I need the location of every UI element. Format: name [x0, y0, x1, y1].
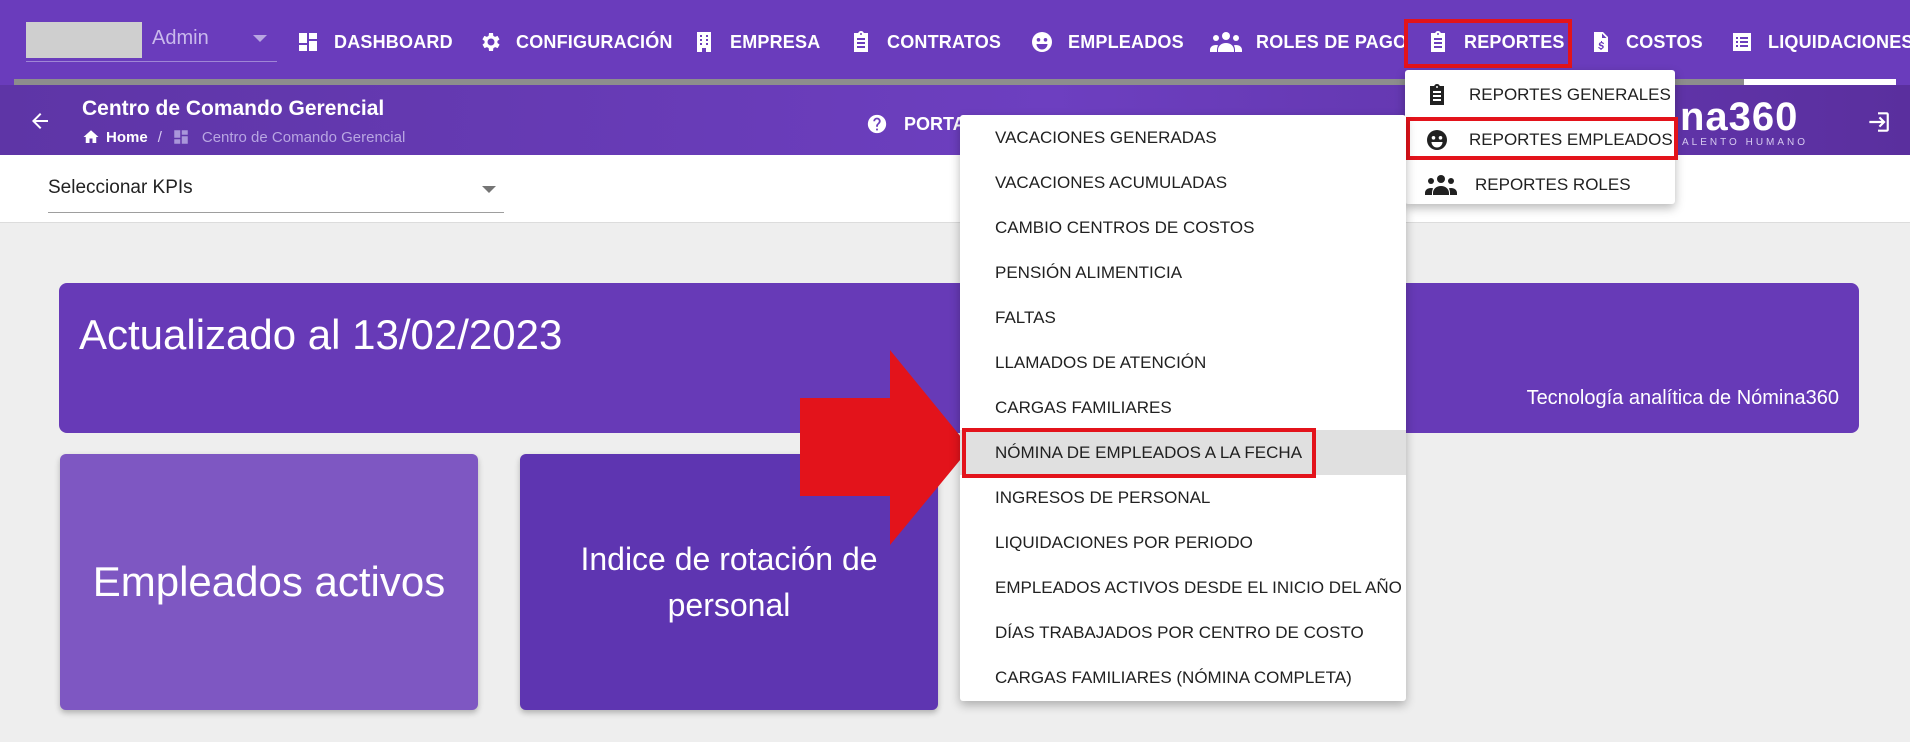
nav-costos-label: COSTOS	[1626, 31, 1703, 52]
menu-item-llamados-atencion[interactable]: LLAMADOS DE ATENCIÓN	[960, 340, 1406, 385]
banner-subtitle: Tecnología analítica de Nómina360	[1526, 387, 1839, 409]
kpi-card-label: Empleados activos	[92, 558, 446, 605]
reportes-highlight-box	[1404, 19, 1572, 68]
menu-item-label: VACACIONES ACUMULADAS	[995, 172, 1228, 192]
nav-liquidaciones[interactable]: LIQUIDACIONES	[1730, 26, 1910, 58]
chevron-down-icon[interactable]	[482, 186, 496, 193]
home-icon[interactable]	[82, 128, 100, 146]
menu-item-empleados-activos-inicio-anio[interactable]: EMPLEADOS ACTIVOS DESDE EL INICIO DEL AÑ…	[960, 565, 1406, 610]
help-icon	[867, 114, 887, 134]
people-icon	[1425, 174, 1457, 195]
menu-item-label: LLAMADOS DE ATENCIÓN	[995, 352, 1207, 372]
nav-liquidaciones-label: LIQUIDACIONES	[1768, 31, 1910, 52]
kpi-card-label: Indice de rotación de personal	[580, 540, 878, 623]
menu-item-faltas[interactable]: FALTAS	[960, 295, 1406, 340]
brand-tagline: ALENTO HUMANO	[1682, 137, 1809, 148]
people-icon	[1210, 32, 1242, 52]
building-icon	[697, 32, 711, 52]
page-title: Centro de Comando Gerencial	[82, 97, 385, 120]
nav-empleados-label: EMPLEADOS	[1068, 31, 1184, 52]
menu-item-label: REPORTES ROLES	[1475, 174, 1631, 194]
menu-item-vacaciones-acumuladas[interactable]: VACACIONES ACUMULADAS	[960, 160, 1406, 205]
nav-empresa-label: EMPRESA	[730, 31, 821, 52]
menu-item-liquidaciones-periodo[interactable]: LIQUIDACIONES POR PERIODO	[960, 520, 1406, 565]
kpi-select-placeholder: Seleccionar KPIs	[48, 177, 193, 198]
menu-item-label: CAMBIO CENTROS DE COSTOS	[995, 217, 1255, 237]
breadcrumb-home[interactable]: Home	[106, 129, 148, 146]
red-arrow-annotation	[800, 350, 970, 545]
list-icon	[1733, 33, 1751, 51]
menu-item-label: INGRESOS DE PERSONAL	[995, 487, 1211, 507]
nav-dashboard-label: DASHBOARD	[334, 31, 453, 52]
nav-configuracion[interactable]: CONFIGURACIÓN	[478, 26, 673, 58]
user-avatar-placeholder[interactable]	[26, 22, 142, 58]
menu-item-cambio-centros-costos[interactable]: CAMBIO CENTROS DE COSTOS	[960, 205, 1406, 250]
clipboard-icon	[1430, 83, 1444, 105]
user-select-underline	[26, 61, 277, 62]
brand-logo: na360	[1680, 95, 1799, 139]
clipboard-icon	[854, 31, 868, 52]
nav-configuracion-label: CONFIGURACIÓN	[516, 31, 673, 52]
nav-contratos[interactable]: CONTRATOS	[849, 26, 1001, 58]
empleados-reports-menu: VACACIONES GENERADAS VACACIONES ACUMULAD…	[960, 115, 1406, 701]
dashboard-icon	[299, 33, 317, 51]
breadcrumb: Home / Centro de Comando Gerencial	[82, 128, 405, 146]
nav-dashboard[interactable]: DASHBOARD	[296, 26, 453, 58]
reportes-empleados-highlight-box	[1406, 117, 1678, 160]
menu-item-label: PENSIÓN ALIMENTICIA	[995, 262, 1183, 282]
user-dropdown-caret-icon[interactable]	[253, 35, 267, 42]
menu-item-dias-trabajados-centro-costo[interactable]: DÍAS TRABAJADOS POR CENTRO DE COSTO	[960, 610, 1406, 655]
breadcrumb-separator: /	[157, 128, 162, 146]
document-dollar-icon	[1594, 32, 1608, 52]
portal-link[interactable]: PORTA	[866, 113, 966, 135]
dashboard-icon	[174, 130, 188, 144]
menu-item-label: CARGAS FAMILIARES (NÓMINA COMPLETA)	[995, 667, 1352, 687]
nav-roles-de-pago-label: ROLES DE PAGO	[1256, 31, 1408, 52]
menu-item-vacaciones-generadas[interactable]: VACACIONES GENERADAS	[960, 115, 1406, 160]
menu-item-label: DÍAS TRABAJADOS POR CENTRO DE COSTO	[995, 622, 1364, 642]
nav-costos[interactable]: COSTOS	[1588, 26, 1703, 58]
menu-item-label: LIQUIDACIONES POR PERIODO	[995, 532, 1253, 552]
menu-item-ingresos-personal[interactable]: INGRESOS DE PERSONAL	[960, 475, 1406, 520]
menu-item-label: FALTAS	[995, 307, 1056, 327]
menu-item-reportes-generales[interactable]: REPORTES GENERALES	[1405, 72, 1675, 117]
logout-icon[interactable]	[1865, 109, 1891, 140]
nav-contratos-label: CONTRATOS	[887, 31, 1002, 52]
nomina-empleados-highlight-box	[962, 428, 1316, 478]
menu-item-cargas-familiares[interactable]: CARGAS FAMILIARES	[960, 385, 1406, 430]
nav-roles-de-pago[interactable]: ROLES DE PAGO	[1210, 26, 1407, 58]
portal-label: PORTA	[904, 113, 966, 134]
breadcrumb-current: Centro de Comando Gerencial	[201, 128, 406, 146]
menu-item-label: VACACIONES GENERADAS	[995, 127, 1217, 147]
menu-item-pension-alimenticia[interactable]: PENSIÓN ALIMENTICIA	[960, 250, 1406, 295]
user-name[interactable]: Admin	[152, 27, 209, 50]
kpi-select[interactable]: Seleccionar KPIs	[48, 177, 504, 213]
kpi-card-empleados-activos[interactable]: Empleados activos	[60, 454, 478, 710]
menu-item-cargas-familiares-nomina-completa[interactable]: CARGAS FAMILIARES (NÓMINA COMPLETA)	[960, 655, 1406, 700]
menu-item-label: CARGAS FAMILIARES	[995, 397, 1172, 417]
nav-empresa[interactable]: EMPRESA	[692, 26, 820, 58]
nav-empleados[interactable]: EMPLEADOS	[1030, 26, 1184, 58]
back-arrow-icon[interactable]	[28, 109, 52, 133]
banner-title: Actualizado al 13/02/2023	[79, 311, 563, 358]
menu-item-label: REPORTES GENERALES	[1469, 84, 1671, 104]
menu-item-reportes-roles[interactable]: REPORTES ROLES	[1405, 162, 1675, 207]
gear-icon	[482, 33, 500, 51]
face-icon	[1032, 32, 1052, 52]
menu-item-label: EMPLEADOS ACTIVOS DESDE EL INICIO DEL AÑ…	[995, 577, 1402, 597]
